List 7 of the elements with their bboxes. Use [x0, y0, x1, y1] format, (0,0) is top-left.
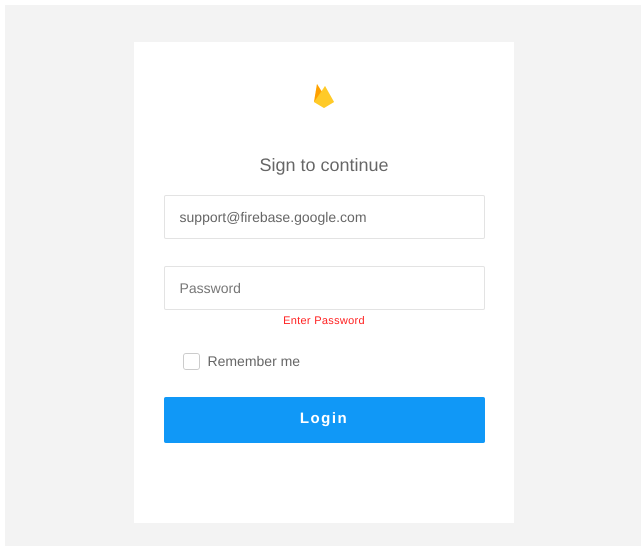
error-message: Enter Password — [283, 314, 365, 329]
form-title: Sign to continue — [259, 154, 389, 177]
remember-checkbox[interactable] — [182, 352, 200, 370]
email-field[interactable]: support@firebase.google.com — [164, 195, 484, 239]
password-field[interactable]: Password — [164, 266, 484, 310]
remember-label: Remember me — [208, 352, 300, 370]
login-button[interactable]: Login — [164, 396, 484, 442]
